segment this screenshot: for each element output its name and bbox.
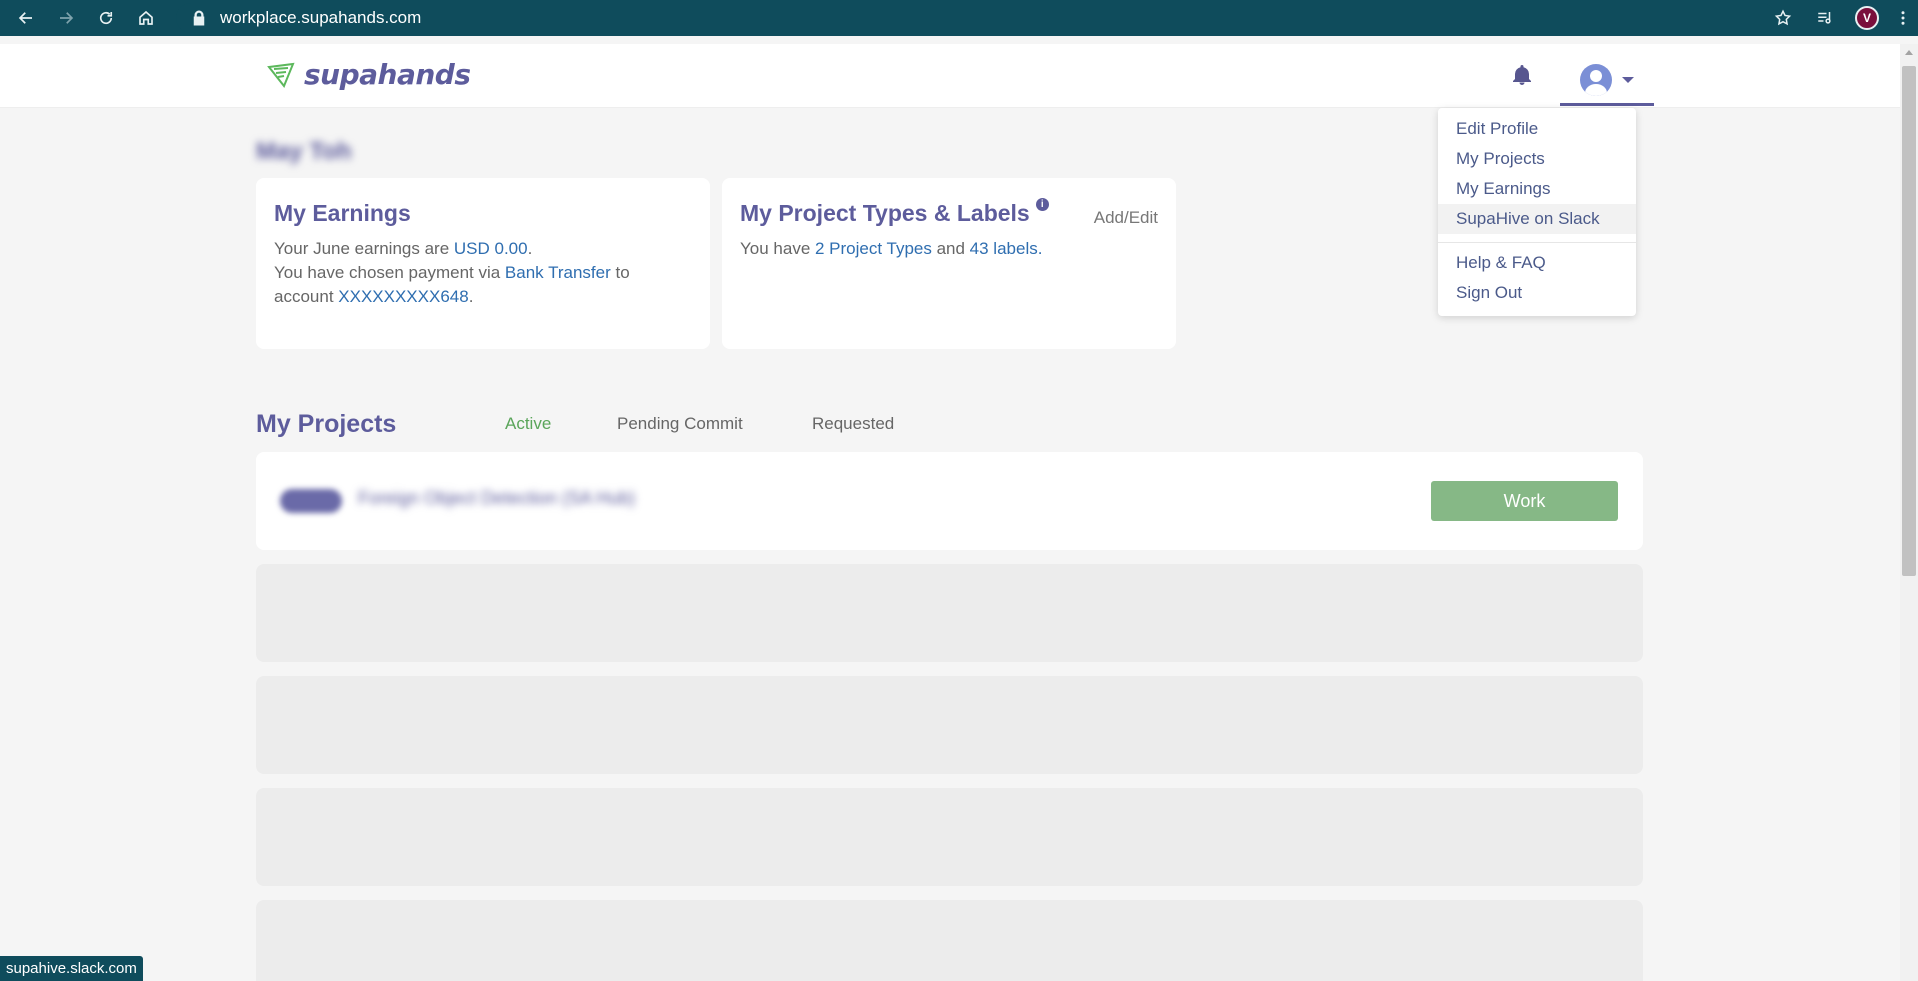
url-text: workplace.supahands.com: [220, 8, 422, 27]
my-projects-heading: My Projects: [256, 410, 397, 438]
page-scrollbar[interactable]: [1900, 44, 1918, 981]
address-bar[interactable]: workplace.supahands.com: [176, 3, 1776, 33]
chevron-down-icon: [1622, 76, 1634, 83]
add-edit-link[interactable]: Add/Edit: [1094, 208, 1158, 228]
project-row: Foreign Object Detection (SA Hub) Work: [256, 452, 1643, 550]
forward-icon[interactable]: [46, 0, 86, 36]
scroll-up-icon[interactable]: [1905, 50, 1913, 55]
menu-item-my-projects[interactable]: My Projects: [1438, 144, 1636, 174]
scroll-thumb[interactable]: [1902, 66, 1916, 576]
project-types-card: My Project Types & Labels i Add/Edit You …: [722, 178, 1176, 349]
menu-item-sign-out[interactable]: Sign Out: [1438, 278, 1636, 308]
user-name-heading: May Toh: [256, 138, 352, 165]
earnings-card: My Earnings Your June earnings are USD 0…: [256, 178, 710, 349]
payment-method-link[interactable]: Bank Transfer: [505, 263, 611, 282]
earnings-title: My Earnings: [274, 200, 411, 226]
avatar: [1580, 63, 1612, 96]
status-url-tooltip: supahive.slack.com: [0, 956, 143, 981]
user-dropdown-menu: Edit Profile My Projects My Earnings Sup…: [1438, 108, 1636, 316]
logo-icon: [267, 62, 295, 88]
project-placeholder: [256, 564, 1643, 662]
labels-link[interactable]: 43 labels: [970, 239, 1038, 258]
menu-item-help-faq[interactable]: Help & FAQ: [1438, 248, 1636, 278]
project-placeholder: [256, 900, 1643, 981]
tab-active[interactable]: Active: [505, 414, 551, 434]
back-icon[interactable]: [6, 0, 46, 36]
notification-bell-icon[interactable]: [1510, 62, 1534, 93]
logo[interactable]: supahands: [266, 58, 471, 91]
browser-toolbar: workplace.supahands.com V: [0, 0, 1918, 36]
reload-icon[interactable]: [86, 0, 126, 36]
project-tag: [280, 489, 342, 513]
project-types-text: You have 2 Project Types and 43 labels.: [740, 239, 1043, 258]
project-types-link[interactable]: 2 Project Types: [815, 239, 932, 258]
project-placeholder: [256, 788, 1643, 886]
tab-pending-commit[interactable]: Pending Commit: [617, 414, 743, 434]
lock-icon: [190, 9, 208, 27]
project-placeholder: [256, 676, 1643, 774]
browser-menu-icon[interactable]: [1888, 0, 1918, 36]
app-header: supahands: [0, 44, 1900, 108]
home-icon[interactable]: [126, 0, 166, 36]
tab-requested[interactable]: Requested: [812, 414, 894, 434]
menu-item-edit-profile[interactable]: Edit Profile: [1438, 114, 1636, 144]
work-button[interactable]: Work: [1431, 481, 1618, 521]
earnings-text: Your June earnings are USD 0.00. You hav…: [274, 239, 630, 306]
menu-item-supahive-slack[interactable]: SupaHive on Slack: [1438, 204, 1636, 234]
user-menu-toggle[interactable]: [1560, 56, 1654, 106]
earnings-amount-link[interactable]: USD 0.00: [454, 239, 528, 258]
account-number-link[interactable]: XXXXXXXXX648: [338, 287, 468, 306]
menu-divider: [1438, 242, 1636, 243]
media-queue-icon[interactable]: [1804, 0, 1846, 36]
menu-item-my-earnings[interactable]: My Earnings: [1438, 174, 1636, 204]
info-icon[interactable]: i: [1035, 198, 1049, 211]
bookmark-star-icon[interactable]: [1762, 0, 1804, 36]
project-name[interactable]: Foreign Object Detection (SA Hub): [358, 488, 635, 509]
logo-text: supahands: [304, 58, 471, 91]
profile-icon[interactable]: V: [1846, 0, 1888, 36]
